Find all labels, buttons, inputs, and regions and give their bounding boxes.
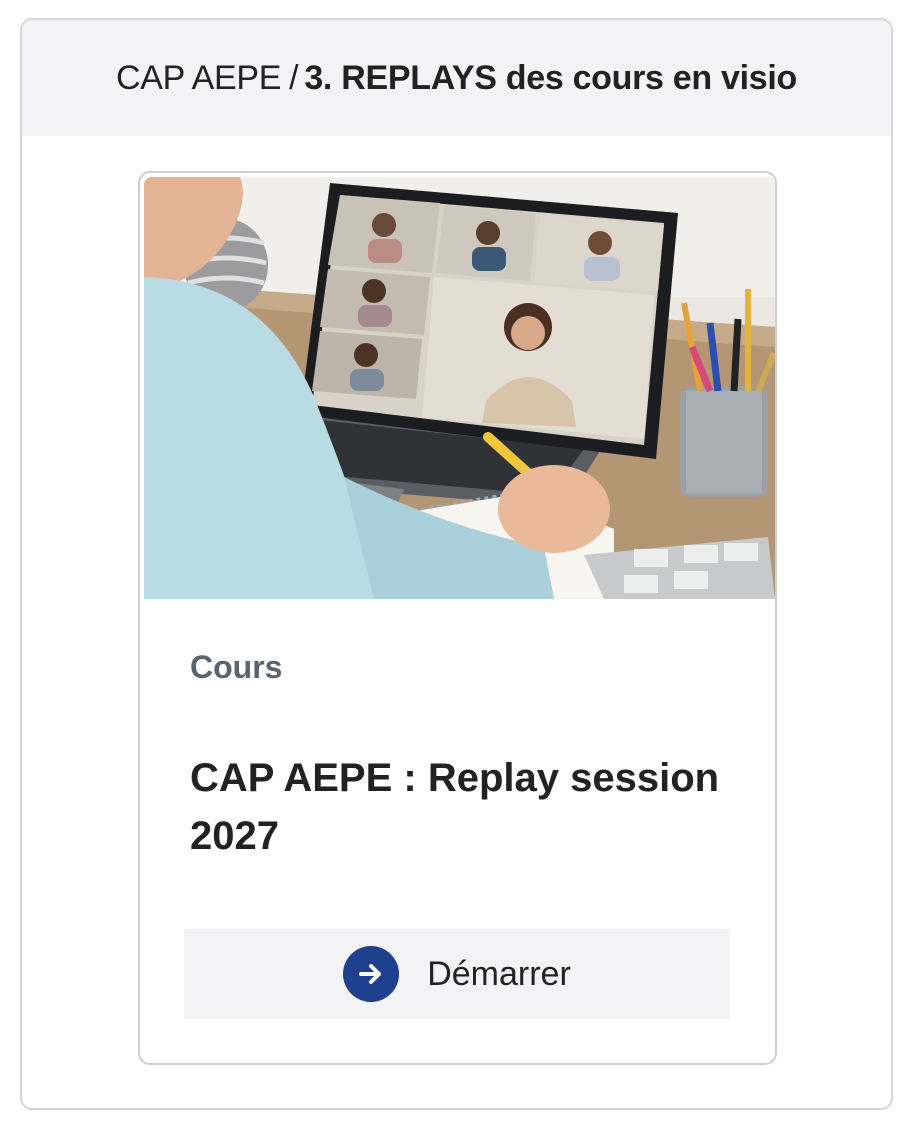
start-button[interactable]: Démarrer bbox=[184, 929, 730, 1019]
course-title[interactable]: CAP AEPE : Replay session 2027 bbox=[190, 749, 760, 865]
course-section-panel: CAP AEPE / 3. REPLAYS des cours en visio bbox=[20, 18, 893, 1110]
breadcrumb-course[interactable]: CAP AEPE bbox=[116, 59, 281, 98]
course-thumbnail[interactable] bbox=[144, 177, 775, 599]
section-title: 3. REPLAYS des cours en visio bbox=[304, 58, 798, 97]
arrow-right-circle-icon bbox=[343, 946, 400, 1002]
start-button-label: Démarrer bbox=[427, 954, 571, 993]
content-type-label: Cours bbox=[190, 649, 283, 685]
laptop-video-call-image bbox=[144, 177, 775, 599]
course-card[interactable]: Cours CAP AEPE : Replay session 2027 Dém… bbox=[138, 171, 777, 1065]
breadcrumb-separator: / bbox=[289, 58, 299, 97]
section-header: CAP AEPE / 3. REPLAYS des cours en visio bbox=[22, 20, 891, 136]
